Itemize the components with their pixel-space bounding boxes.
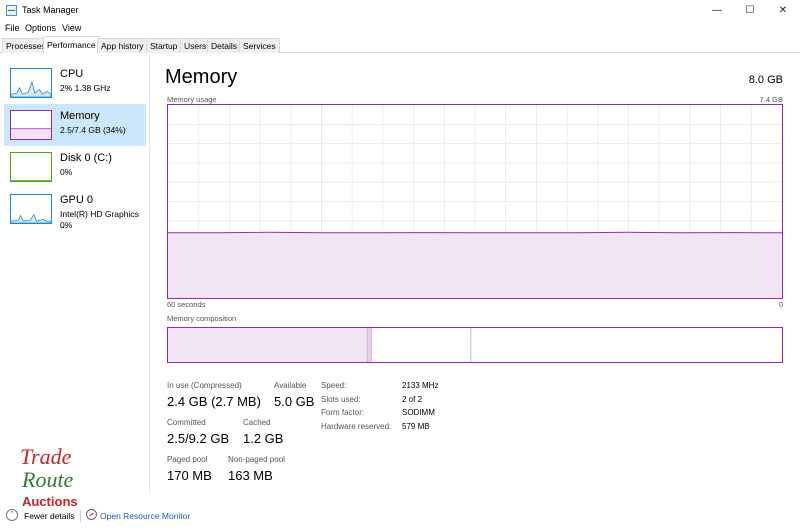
sidebar-item-detail: 0% — [60, 167, 73, 177]
memory-usage-label: Memory usage — [167, 95, 217, 104]
maximize-button[interactable]: ☐ — [733, 0, 767, 22]
memory-composition-label: Memory composition — [167, 314, 237, 323]
memory-usage-area — [168, 232, 782, 298]
memory-usage-thumbnail — [10, 110, 52, 140]
slots-used-value: 2 of 2 — [402, 395, 423, 404]
tab-services[interactable]: Services — [239, 38, 280, 53]
sidebar-item-detail: 2.5/7.4 GB (34%) — [60, 125, 126, 135]
memory-panel: Memory 8.0 GB Memory usage 7.4 GB 60 sec… — [150, 54, 800, 494]
paged-pool-value: 170 MB — [167, 468, 212, 483]
available-label: Available — [274, 381, 307, 390]
page-title: Memory — [165, 66, 238, 88]
minimize-button[interactable]: — — [700, 0, 734, 22]
chevron-up-icon[interactable]: ⌃ — [6, 509, 18, 521]
hardware-reserved-label: Hardware reserved: — [321, 422, 392, 431]
speed-value: 2133 MHz — [402, 381, 439, 390]
speed-label: Speed: — [321, 381, 347, 390]
in-use-value: 2.4 GB (2.7 MB) — [167, 394, 261, 409]
open-resource-monitor-link[interactable]: Open Resource Monitor — [100, 511, 190, 521]
footer-divider — [80, 510, 81, 522]
memory-usage-graph — [167, 104, 783, 299]
sidebar-item-name: CPU — [60, 68, 84, 80]
title-bar: Task Manager — ☐ ✕ — [0, 0, 800, 22]
performance-sidebar: CPU 2% 1.38 GHz Memory 2.5/7.4 GB (34%) … — [0, 54, 150, 494]
form-factor-label: Form factor: — [321, 408, 365, 417]
gpu-usage-thumbnail — [10, 194, 52, 224]
non-paged-pool-label: Non-paged pool — [228, 455, 285, 464]
sidebar-item-cpu[interactable]: CPU 2% 1.38 GHz — [4, 62, 146, 104]
sidebar-item-detail: 2% 1.38 GHz — [60, 83, 111, 93]
sidebar-item-name: Memory — [60, 110, 100, 122]
sidebar-item-gpu[interactable]: GPU 0 Intel(R) HD Graphics ... 0% — [4, 188, 146, 230]
task-manager-icon — [6, 5, 17, 16]
menu-options[interactable]: Options — [25, 23, 56, 33]
tab-performance[interactable]: Performance — [43, 36, 100, 53]
trade-route-auctions-logo: Trade Route Auctions — [20, 444, 78, 509]
sidebar-item-detail: 0% — [60, 220, 73, 230]
hardware-reserved-value: 579 MB — [402, 422, 430, 431]
disk-usage-thumbnail — [10, 152, 52, 182]
tab-users[interactable]: Users — [180, 38, 211, 53]
composition-modified — [367, 328, 372, 362]
logo-line-3: Auctions — [22, 494, 78, 509]
menu-bar: File Options View — [0, 22, 800, 36]
available-value: 5.0 GB — [274, 394, 315, 409]
sidebar-item-memory[interactable]: Memory 2.5/7.4 GB (34%) — [4, 104, 146, 146]
composition-free — [470, 328, 782, 362]
sidebar-item-detail: Intel(R) HD Graphics ... — [60, 209, 139, 230]
sidebar-item-name: GPU 0 — [60, 194, 94, 206]
committed-value: 2.5/9.2 GB — [167, 431, 230, 446]
tab-bar: Processes Performance App history Startu… — [0, 36, 800, 53]
in-use-label: In use (Compressed) — [167, 381, 242, 390]
composition-standby — [371, 328, 471, 362]
form-factor-value: SODIMM — [402, 408, 435, 417]
tab-app-history[interactable]: App history — [97, 38, 148, 53]
fewer-details-link[interactable]: Fewer details — [24, 511, 75, 521]
memory-composition-bar — [167, 327, 783, 363]
non-paged-pool-value: 163 MB — [228, 468, 273, 483]
tab-startup[interactable]: Startup — [146, 38, 182, 53]
cached-label: Cached — [243, 418, 271, 427]
cached-value: 1.2 GB — [243, 431, 284, 446]
sidebar-item-disk[interactable]: Disk 0 (C:) 0% — [4, 146, 146, 188]
menu-file[interactable]: File — [5, 23, 20, 33]
window-title: Task Manager — [22, 5, 79, 15]
logo-line-1: Trade — [20, 444, 72, 469]
paged-pool-label: Paged pool — [167, 455, 208, 464]
memory-usage-max: 7.4 GB — [759, 95, 783, 104]
menu-view[interactable]: View — [62, 23, 81, 33]
close-button[interactable]: ✕ — [766, 0, 800, 22]
footer-bar: ⌃ Fewer details Open Resource Monitor — [0, 508, 800, 532]
logo-line-2: Route — [21, 467, 74, 492]
sidebar-item-name: Disk 0 (C:) — [60, 152, 112, 164]
time-axis-start: 60 seconds — [167, 300, 206, 309]
committed-label: Committed — [167, 418, 206, 427]
tab-details[interactable]: Details — [207, 38, 241, 53]
slots-used-label: Slots used: — [321, 395, 361, 404]
total-memory: 8.0 GB — [748, 74, 783, 86]
resource-monitor-icon — [86, 509, 97, 520]
composition-in-use — [168, 328, 368, 362]
cpu-usage-thumbnail — [10, 68, 52, 98]
time-axis-end: 0 — [778, 300, 783, 309]
